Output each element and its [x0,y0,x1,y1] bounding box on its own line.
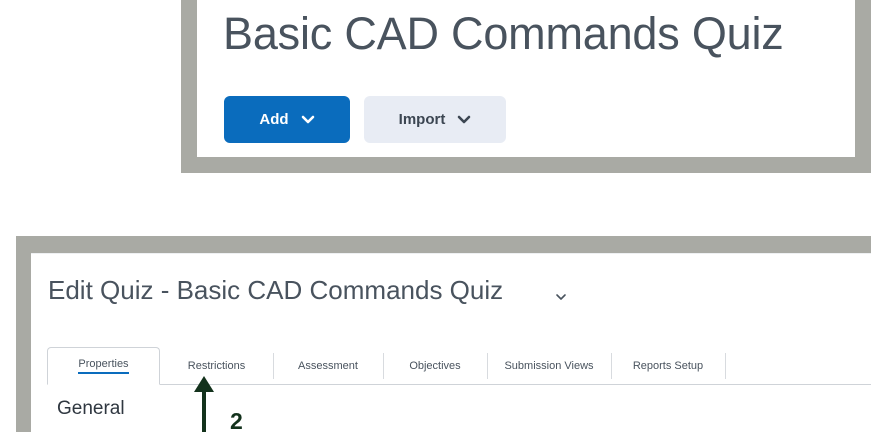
step-number: 2 [230,408,243,434]
chevron-down-icon [458,115,471,123]
add-button-label: Add [259,111,289,128]
import-button-label: Import [398,111,446,128]
tab-label: Reports Setup [632,359,704,372]
section-heading: General [57,398,125,419]
tab-label: Assessment [298,359,358,372]
tab-label: Submission Views [504,359,594,372]
tab-label: Restrictions [187,359,246,372]
edit-quiz-panel: Edit Quiz - Basic CAD Commands Quiz Prop… [31,253,871,432]
tab-properties[interactable]: Properties [47,347,160,385]
import-button[interactable]: Import [364,96,506,143]
add-button[interactable]: Add [224,96,350,143]
tab-bar: Properties Restrictions Assessment Objec… [47,347,871,385]
quiz-header-screenshot: Basic CAD Commands Quiz Add Import [181,0,871,173]
tab-restrictions[interactable]: Restrictions [160,347,273,384]
divider [31,253,871,254]
tab-separator [725,353,726,379]
quiz-title: Basic CAD Commands Quiz [223,8,784,59]
tab-label: Objectives [409,359,461,372]
quiz-header-panel: Basic CAD Commands Quiz Add Import [197,0,855,157]
tab-objectives[interactable]: Objectives [383,347,487,384]
tab-submission-views[interactable]: Submission Views [487,347,611,384]
tab-label: Properties [78,358,129,374]
page-title: Edit Quiz - Basic CAD Commands Quiz [48,275,504,305]
title-menu-chevron-icon[interactable] [555,293,567,301]
tab-reports-setup[interactable]: Reports Setup [611,347,725,384]
edit-quiz-screenshot: Edit Quiz - Basic CAD Commands Quiz Prop… [16,236,871,432]
tab-assessment[interactable]: Assessment [273,347,383,384]
chevron-down-icon [301,115,314,123]
